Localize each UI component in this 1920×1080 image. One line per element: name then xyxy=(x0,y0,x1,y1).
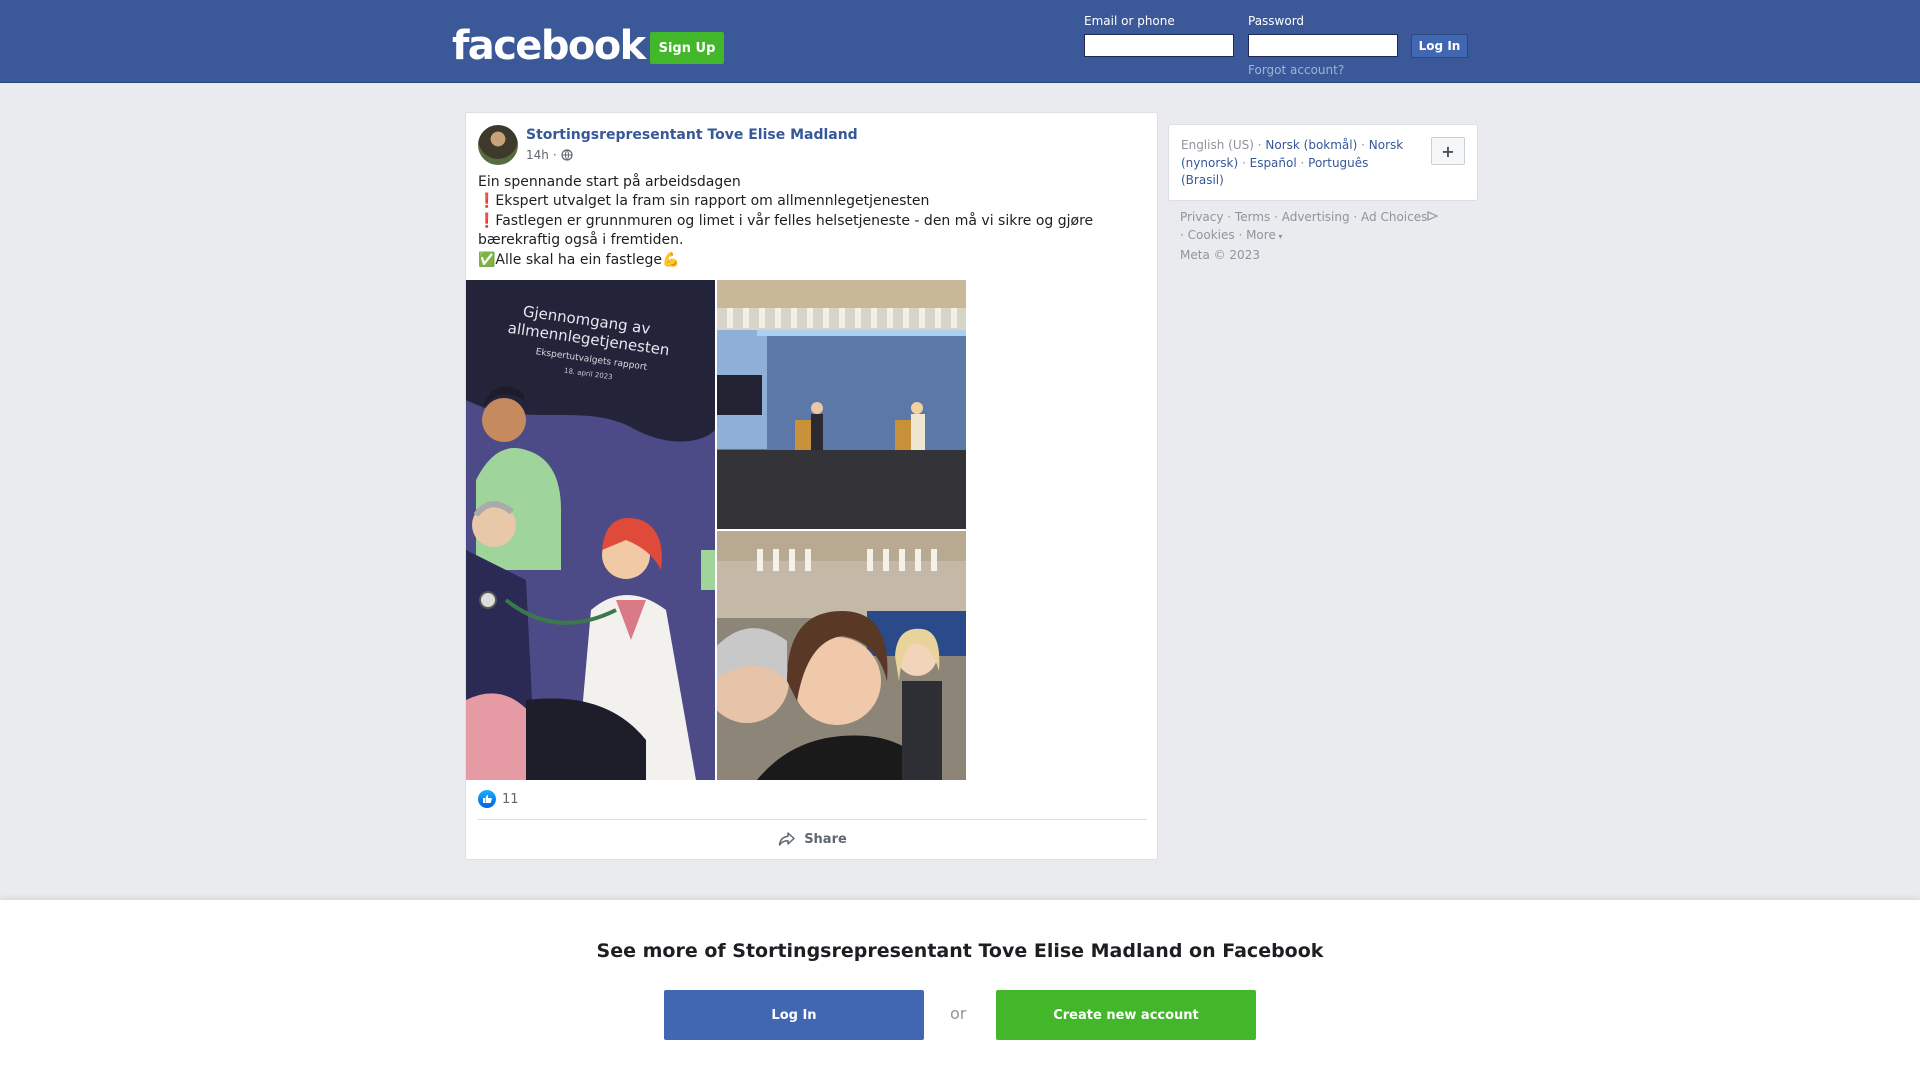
share-arrow-icon xyxy=(778,832,795,846)
language-link[interactable]: Español xyxy=(1250,156,1297,170)
selfie-scene xyxy=(717,531,966,780)
email-label: Email or phone xyxy=(1084,14,1175,28)
photo-press-conference[interactable] xyxy=(717,280,966,529)
public-globe-icon xyxy=(561,149,573,161)
language-link[interactable]: Norsk (bokmål) xyxy=(1265,138,1357,152)
more-languages-button[interactable]: + xyxy=(1431,137,1465,165)
press-conference-scene xyxy=(717,280,966,529)
post-meta: 14h · xyxy=(526,148,573,162)
post-timestamp[interactable]: 14h xyxy=(526,148,549,162)
post-card: Stortingsrepresentant Tove Elise Madland… xyxy=(465,112,1158,860)
cookies-link[interactable]: Cookies xyxy=(1188,228,1235,242)
password-label: Password xyxy=(1248,14,1305,28)
post-line: Ein spennande start på arbeidsdagen xyxy=(478,174,741,190)
photo-selfie[interactable] xyxy=(717,531,966,780)
more-caret-icon: ▾ xyxy=(1275,232,1283,241)
terms-link[interactable]: Terms xyxy=(1235,210,1270,224)
post-message: Ein spennande start på arbeidsdagen ❗Eks… xyxy=(478,173,1148,270)
facebook-logo[interactable]: facebook xyxy=(452,22,646,70)
ad-choices-link[interactable]: Ad Choices xyxy=(1361,210,1427,224)
create-account-button[interactable]: Create new account xyxy=(996,990,1256,1040)
more-link[interactable]: More xyxy=(1246,228,1276,242)
current-language: English (US) xyxy=(1181,138,1254,152)
password-field[interactable] xyxy=(1248,34,1398,57)
meta-separator: · xyxy=(552,148,557,162)
sheet-log-in-button[interactable]: Log In xyxy=(664,990,924,1040)
language-list: English (US) · Norsk (bokmål) · Norsk (n… xyxy=(1181,138,1404,188)
footer-links: Privacy · Terms · Advertising · Ad Choic… xyxy=(1180,208,1480,264)
login-prompt-sheet: See more of Stortingsrepresentant Tove E… xyxy=(0,900,1920,1080)
sign-up-button[interactable]: Sign Up xyxy=(650,32,724,64)
author-avatar[interactable] xyxy=(478,125,518,165)
post-author-name[interactable]: Stortingsrepresentant Tove Elise Madland xyxy=(526,127,858,143)
log-in-button[interactable]: Log In xyxy=(1411,34,1468,58)
share-label: Share xyxy=(804,831,847,847)
post-line: ❗Fastlegen er grunnmuren og limet i vår … xyxy=(478,212,1098,249)
copyright: Meta © 2023 xyxy=(1180,248,1260,262)
photo-grid: Gjennomgang av allmennlegetjenesten Eksp… xyxy=(466,280,966,780)
reactions-summary[interactable]: 11 xyxy=(478,790,519,808)
top-navigation-bar: facebook Sign Up Email or phone Password… xyxy=(0,0,1920,83)
photo-report-cover[interactable]: Gjennomgang av allmennlegetjenesten Eksp… xyxy=(466,280,715,780)
share-button[interactable]: Share xyxy=(478,823,1147,855)
language-selector-box: English (US) · Norsk (bokmål) · Norsk (n… xyxy=(1168,124,1478,201)
like-reaction-icon xyxy=(478,790,496,808)
email-field[interactable] xyxy=(1084,34,1234,57)
reaction-count: 11 xyxy=(502,791,519,807)
advertising-link[interactable]: Advertising xyxy=(1282,210,1350,224)
login-prompt-title: See more of Stortingsrepresentant Tove E… xyxy=(596,940,1324,962)
forgot-account-link[interactable]: Forgot account? xyxy=(1248,63,1344,77)
or-separator: or xyxy=(950,1004,967,1023)
ad-choices-icon xyxy=(1427,211,1439,221)
post-actions-divider xyxy=(478,819,1147,820)
report-cover-illustration: Gjennomgang av allmennlegetjenesten Eksp… xyxy=(466,280,715,780)
privacy-link[interactable]: Privacy xyxy=(1180,210,1223,224)
post-line: ✅Alle skal ha ein fastlege💪 xyxy=(478,251,680,268)
post-line: ❗Ekspert utvalget la fram sin rapport om… xyxy=(478,193,930,210)
